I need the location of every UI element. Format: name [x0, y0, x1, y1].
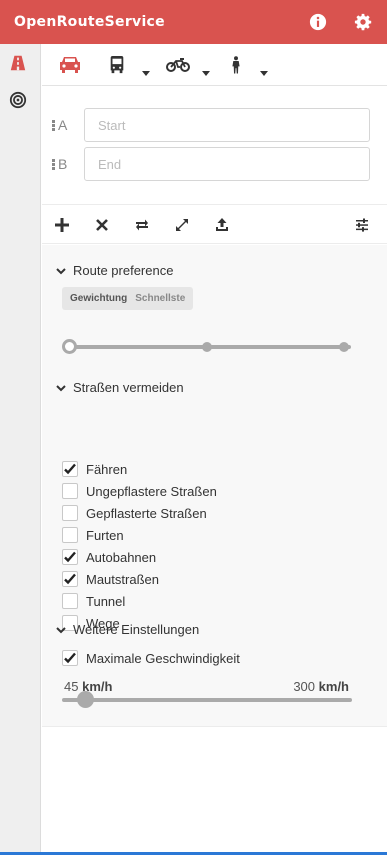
- avoid-checkbox[interactable]: [62, 571, 78, 587]
- settings-button[interactable]: [351, 10, 375, 34]
- travel-modes: [42, 44, 387, 86]
- gear-icon: [354, 13, 372, 31]
- bicycle-icon: [166, 58, 190, 72]
- avoid-option-label: Fähren: [86, 461, 128, 477]
- avoid-option[interactable]: Autobahnen: [62, 547, 156, 567]
- bus-icon: [110, 56, 124, 74]
- preference-slider-step: [339, 342, 349, 352]
- speed-slider-handle[interactable]: [77, 691, 95, 708]
- avoid-option[interactable]: Gepflasterte Straßen: [62, 503, 207, 523]
- zoom-to-route-button[interactable]: [172, 215, 192, 235]
- checkmark-icon: [64, 463, 76, 475]
- mode-car[interactable]: [58, 52, 82, 78]
- checkmark-icon: [64, 652, 76, 664]
- route-planner-button[interactable]: [7, 52, 29, 74]
- avoid-option[interactable]: Mautstraßen: [62, 569, 159, 589]
- info-button[interactable]: [306, 10, 330, 34]
- mode-pedestrian[interactable]: [230, 52, 272, 78]
- route-preference-header[interactable]: Route preference: [56, 263, 173, 278]
- avoid-option-label: Autobahnen: [86, 549, 157, 565]
- waypoint-start-row: A: [52, 108, 372, 142]
- reset-icon: [96, 219, 108, 231]
- add-waypoint-icon: [55, 218, 69, 232]
- app-header: OpenRouteService: [0, 0, 387, 44]
- max-speed-checkbox-row[interactable]: Maximale Geschwindigkeit: [62, 648, 240, 668]
- avoid-checkbox[interactable]: [62, 527, 78, 543]
- avoid-option[interactable]: Furten: [62, 525, 124, 545]
- info-circle-icon: [309, 13, 327, 31]
- upload-route-button[interactable]: [212, 215, 232, 235]
- avoid-option-label: Ungepflastere Straßen: [86, 483, 217, 499]
- preference-slider-step: [202, 342, 212, 352]
- checkmark-icon: [64, 551, 76, 563]
- chevron-down-icon: [56, 267, 66, 274]
- waypoint-letter: B: [58, 156, 68, 172]
- options-button[interactable]: [352, 215, 372, 235]
- waypoint-start-label: A: [52, 108, 67, 142]
- weighting-label: Gewichtung: [70, 293, 128, 304]
- avoid-option-label: Tunnel: [86, 593, 126, 609]
- avoid-roads-header[interactable]: Straßen vermeiden: [56, 380, 184, 395]
- route-preference-title: Route preference: [73, 263, 174, 278]
- avoid-checkbox[interactable]: [62, 505, 78, 521]
- car-icon: [60, 57, 80, 73]
- avoid-option[interactable]: Tunnel: [62, 591, 125, 611]
- reverse-route-button[interactable]: [132, 215, 152, 235]
- bus-options-caret[interactable]: [142, 71, 150, 76]
- avoid-option-label: Gepflasterte Straßen: [86, 505, 207, 521]
- add-waypoint-button[interactable]: [52, 215, 72, 235]
- accessibility-button[interactable]: [7, 89, 29, 111]
- speed-slider-track[interactable]: [62, 698, 352, 702]
- mode-bus[interactable]: [108, 52, 150, 78]
- avoid-option[interactable]: Fähren: [62, 459, 127, 479]
- side-navigation: [0, 44, 41, 852]
- avoid-checkbox[interactable]: [62, 593, 78, 609]
- pedestrian-icon: [232, 56, 240, 74]
- avoid-checkbox[interactable]: [62, 483, 78, 499]
- more-settings-title: Weitere Einstellungen: [73, 622, 200, 637]
- waypoint-end-row: B: [52, 147, 372, 181]
- options-sliders-icon: [356, 218, 368, 232]
- route-toolbar: [42, 204, 387, 244]
- reverse-route-icon: [136, 219, 148, 231]
- mode-bike[interactable]: [166, 52, 212, 78]
- road-icon: [10, 55, 26, 71]
- weighting-value: Schnellste: [135, 293, 186, 304]
- route-options: Route preference Gewichtung Schnellste S…: [42, 245, 387, 727]
- waypoint-end-label: B: [52, 147, 67, 181]
- reset-route-button[interactable]: [92, 215, 112, 235]
- app-title: OpenRouteService: [14, 14, 165, 30]
- bike-options-caret[interactable]: [202, 71, 210, 76]
- max-speed-label: Maximale Geschwindigkeit: [86, 650, 240, 666]
- zoom-to-route-icon: [176, 219, 188, 231]
- avoid-option-label: Furten: [86, 527, 124, 543]
- avoid-option[interactable]: Ungepflastere Straßen: [62, 481, 217, 501]
- avoid-checkbox[interactable]: [62, 461, 78, 477]
- avoid-option-label: Mautstraßen: [86, 571, 159, 587]
- max-speed-checkbox[interactable]: [62, 650, 78, 666]
- avoid-roads-title: Straßen vermeiden: [73, 380, 184, 395]
- speed-max-label: 300 km/h: [293, 679, 349, 694]
- route-panel: A B Route: [42, 44, 387, 852]
- drag-handle-icon[interactable]: [52, 158, 55, 171]
- avoid-checkbox[interactable]: [62, 549, 78, 565]
- waypoint-letter: A: [58, 117, 68, 133]
- drag-handle-icon[interactable]: [52, 119, 55, 132]
- chevron-down-icon: [56, 626, 66, 633]
- start-input[interactable]: [84, 108, 370, 142]
- upload-icon: [216, 218, 228, 231]
- weighting-toggle[interactable]: Gewichtung Schnellste: [62, 287, 194, 310]
- chevron-down-icon: [56, 384, 66, 391]
- preference-slider-handle[interactable]: [62, 339, 77, 354]
- pedestrian-options-caret[interactable]: [260, 71, 268, 76]
- end-input[interactable]: [84, 147, 370, 181]
- target-icon: [9, 91, 27, 109]
- checkmark-icon: [64, 573, 76, 585]
- more-settings-header[interactable]: Weitere Einstellungen: [56, 622, 199, 637]
